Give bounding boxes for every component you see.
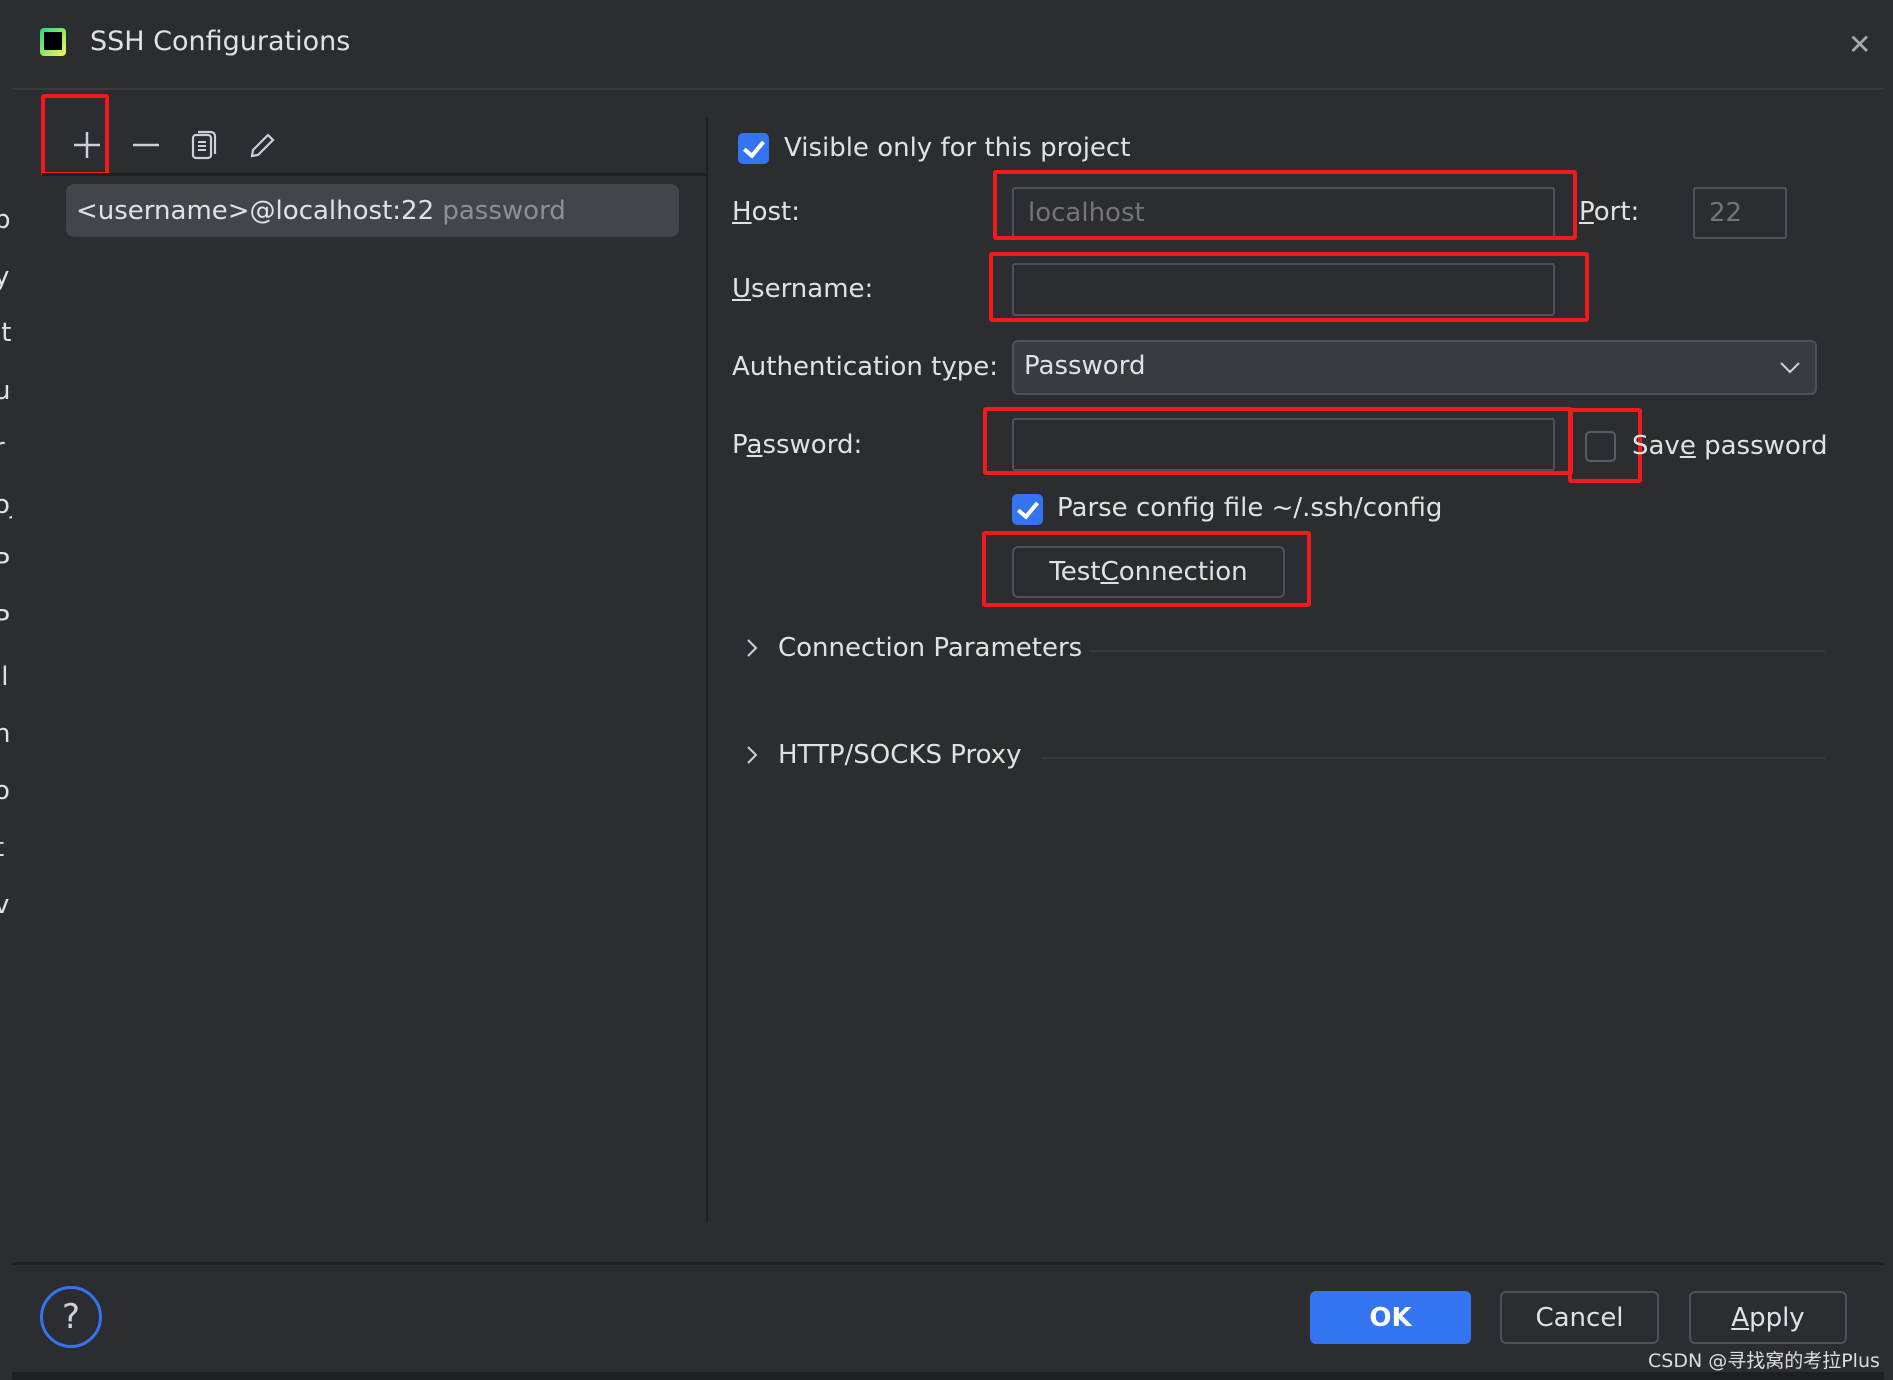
divider: [12, 1262, 1884, 1265]
username-label: Username:: [732, 274, 874, 304]
list-item-auth: password: [442, 196, 566, 226]
background-text: p: [0, 205, 11, 235]
chevron-down-icon: [1780, 362, 1800, 374]
pencil-icon[interactable]: [243, 125, 283, 165]
section-label: Connection Parameters: [778, 633, 1083, 663]
background-text: y: [0, 262, 10, 292]
parse-config-label: Parse config file ~/.ssh/config: [1057, 493, 1443, 523]
port-input[interactable]: [1693, 187, 1787, 239]
background-text: ug: [0, 376, 12, 406]
close-icon[interactable]: ✕: [1848, 28, 1871, 61]
highlight-box: [983, 407, 1573, 475]
auth-type-dropdown[interactable]: Password: [1012, 340, 1817, 395]
visible-only-checkbox[interactable]: [738, 133, 769, 164]
background-window-strip: p y it ug r oj P P il n o t v: [0, 0, 12, 1380]
help-button[interactable]: ?: [40, 1286, 102, 1348]
minus-icon[interactable]: [126, 125, 166, 165]
password-label: Password:: [732, 430, 863, 460]
port-label: Port:: [1579, 197, 1640, 227]
background-text: il: [0, 662, 9, 692]
divider: [706, 117, 708, 1223]
chevron-right-icon: [747, 746, 758, 764]
background-text: o: [0, 776, 10, 806]
apply-button[interactable]: Apply: [1689, 1291, 1847, 1344]
ssh-configurations-dialog: SSH Configurations ✕ <username>@localhos…: [12, 0, 1884, 1372]
title-bar: SSH Configurations ✕: [12, 0, 1884, 90]
divider: [42, 173, 706, 176]
copy-icon[interactable]: [185, 125, 225, 165]
watermark: CSDN @寻找窝的考拉Plus: [1648, 1350, 1880, 1372]
highlight-box: [989, 252, 1589, 322]
highlight-box: [982, 531, 1311, 607]
host-label: Host:: [732, 197, 800, 227]
auth-type-value: Password: [1024, 351, 1146, 381]
connection-parameters-section[interactable]: Connection Parameters: [744, 633, 1082, 663]
background-text: P: [0, 605, 10, 635]
highlight-box: [41, 94, 109, 176]
ok-button[interactable]: OK: [1310, 1291, 1471, 1344]
save-password-label: Save password: [1632, 431, 1828, 461]
background-text: n: [0, 719, 11, 749]
background-text: v: [0, 890, 10, 920]
background-text: P: [0, 548, 10, 578]
chevron-right-icon: [747, 639, 758, 657]
divider: [1089, 650, 1825, 652]
visible-only-label: Visible only for this project: [784, 133, 1131, 163]
section-label: HTTP/SOCKS Proxy: [778, 740, 1022, 770]
http-socks-proxy-section[interactable]: HTTP/SOCKS Proxy: [744, 740, 1021, 770]
highlight-box: [993, 170, 1577, 240]
list-item-label: <username>@localhost:22: [76, 196, 435, 226]
background-text: oj: [0, 490, 12, 520]
list-item[interactable]: <username>@localhost:22 password: [66, 184, 679, 237]
dialog-title: SSH Configurations: [90, 26, 351, 57]
auth-type-label: Authentication type:: [732, 352, 998, 382]
background-text: t: [0, 833, 4, 863]
parse-config-checkbox[interactable]: [1012, 494, 1043, 525]
cancel-button[interactable]: Cancel: [1500, 1291, 1659, 1344]
background-text: it: [0, 318, 12, 348]
pycharm-logo-icon: [40, 28, 66, 56]
background-window-strip-right: [1884, 0, 1893, 1380]
background-text: r: [0, 433, 5, 463]
highlight-box: [1568, 408, 1642, 483]
divider: [1041, 757, 1825, 759]
